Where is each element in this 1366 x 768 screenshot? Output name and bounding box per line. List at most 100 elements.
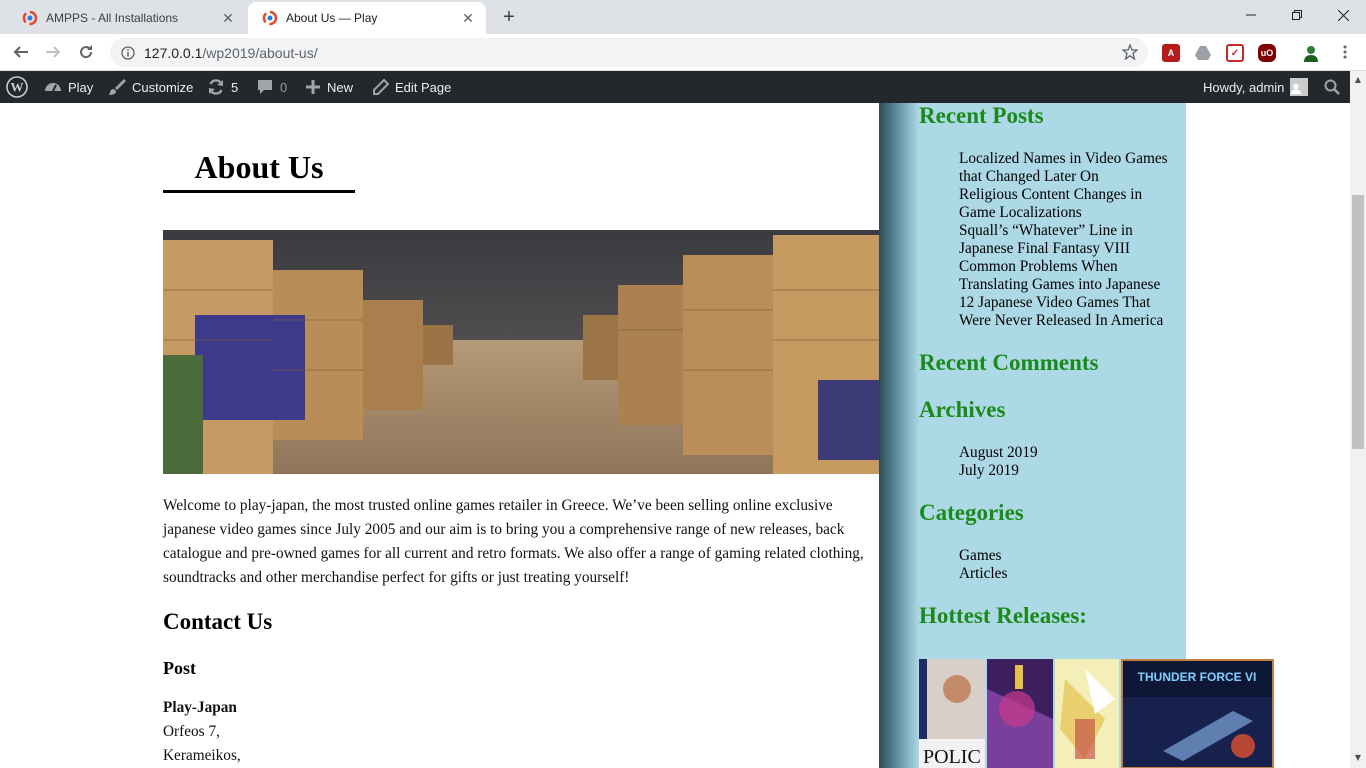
reload-icon bbox=[80, 45, 93, 59]
admin-search-button[interactable] bbox=[1324, 71, 1346, 103]
minimize-button[interactable] bbox=[1228, 0, 1274, 30]
archives-list: August 2019 July 2019 bbox=[959, 444, 1181, 480]
archive-link[interactable]: July 2019 bbox=[959, 462, 1181, 480]
back-arrow-icon bbox=[13, 46, 28, 58]
archives-heading: Archives bbox=[919, 397, 1006, 422]
ampps-favicon-icon bbox=[262, 10, 278, 26]
game-cover-mecha[interactable] bbox=[1055, 659, 1119, 768]
wp-logo-button[interactable]: W bbox=[6, 71, 34, 103]
comments-link[interactable]: 0 bbox=[256, 71, 287, 103]
comments-count: 0 bbox=[280, 79, 288, 95]
updates-icon bbox=[209, 79, 223, 95]
edit-page-label: Edit Page bbox=[395, 79, 452, 95]
scroll-thumb[interactable] bbox=[1352, 195, 1364, 449]
restore-icon bbox=[1292, 10, 1302, 20]
cover-thunder-text: THUNDER FORCE VI bbox=[1138, 670, 1257, 684]
close-tab-icon[interactable]: ✕ bbox=[460, 10, 476, 26]
site-name-label: Play bbox=[68, 79, 94, 95]
updates-count: 5 bbox=[231, 79, 239, 95]
cover-police-text: POLIC bbox=[923, 746, 981, 768]
page-viewport: About Us Welcome to play-japan, the most… bbox=[0, 103, 1350, 768]
category-link[interactable]: Games bbox=[959, 547, 1181, 565]
wp-admin-bar: W Play Customize 5 0 New Edit Page Howdy… bbox=[0, 71, 1350, 103]
customize-label: Customize bbox=[132, 79, 194, 95]
more-vert-icon bbox=[1343, 45, 1347, 59]
address-street: Orfeos 7, bbox=[163, 723, 220, 740]
search-icon bbox=[1324, 79, 1340, 95]
customize-link[interactable]: Customize bbox=[108, 71, 193, 103]
info-icon[interactable] bbox=[120, 45, 136, 61]
close-window-button[interactable] bbox=[1320, 0, 1366, 30]
contact-heading: Contact Us bbox=[163, 609, 273, 634]
ampps-favicon-icon bbox=[22, 10, 38, 26]
plus-icon bbox=[306, 80, 320, 94]
sidebar-shadow bbox=[879, 103, 919, 768]
url-path: /wp2019/about-us/ bbox=[202, 44, 318, 61]
game-cover-police[interactable]: POLIC bbox=[919, 659, 985, 768]
scroll-up-arrow-icon[interactable]: ▲ bbox=[1350, 71, 1366, 87]
updates-link[interactable]: 5 bbox=[207, 71, 238, 103]
new-tab-button[interactable]: + bbox=[498, 6, 520, 28]
pdf-icon[interactable]: A bbox=[1162, 44, 1180, 62]
game-cover-thunder-force[interactable]: THUNDER FORCE VI bbox=[1121, 659, 1274, 768]
recent-post-link[interactable]: Localized Names in Video Games that Chan… bbox=[959, 150, 1181, 186]
recent-posts-heading: Recent Posts bbox=[919, 103, 1044, 128]
forward-arrow-icon bbox=[46, 46, 61, 58]
forward-button[interactable] bbox=[41, 40, 65, 64]
browser-tab-strip: AMPPS - All Installations ✕ About Us — P… bbox=[0, 0, 1366, 34]
archive-link[interactable]: August 2019 bbox=[959, 444, 1181, 462]
bookmark-star-icon[interactable] bbox=[1122, 44, 1138, 60]
recent-posts-list: Localized Names in Video Games that Chan… bbox=[959, 150, 1181, 330]
close-tab-icon[interactable]: ✕ bbox=[220, 10, 236, 26]
dashboard-gauge-icon bbox=[45, 83, 61, 92]
recent-post-link[interactable]: 12 Japanese Video Games That Were Never … bbox=[959, 294, 1181, 330]
browser-toolbar: 127.0.0.1/wp2019/about-us/ A ✓ uO bbox=[0, 34, 1366, 71]
minimize-icon bbox=[1246, 14, 1256, 16]
pocket-icon[interactable]: ✓ bbox=[1226, 44, 1244, 62]
categories-heading: Categories bbox=[919, 500, 1024, 525]
hottest-releases-gallery: POLIC THUNDER FORCE VI bbox=[919, 659, 1274, 768]
address-area: Kerameikos, bbox=[163, 747, 241, 764]
tab-title: AMPPS - All Installations bbox=[46, 11, 179, 25]
tab-title: About Us — Play bbox=[286, 11, 378, 25]
recent-comments-heading: Recent Comments bbox=[919, 350, 1099, 375]
site-name-link[interactable]: Play bbox=[44, 71, 93, 103]
wordpress-icon: W bbox=[6, 76, 28, 98]
recent-post-link[interactable]: Common Problems When Translating Games i… bbox=[959, 258, 1181, 294]
profile-icon[interactable] bbox=[1302, 44, 1320, 62]
post-heading: Post bbox=[163, 658, 196, 678]
close-icon bbox=[1337, 9, 1349, 21]
scroll-down-arrow-icon[interactable]: ▼ bbox=[1350, 749, 1366, 765]
paintbrush-icon bbox=[109, 79, 126, 95]
recent-post-link[interactable]: Squall’s “Whatever” Line in Japanese Fin… bbox=[959, 222, 1181, 258]
categories-list: Games Articles bbox=[959, 547, 1181, 583]
page-scrollbar[interactable]: ▲ ▼ bbox=[1350, 71, 1366, 768]
menu-button[interactable] bbox=[1333, 40, 1357, 64]
tab-about-us[interactable]: About Us — Play ✕ bbox=[248, 2, 486, 34]
intro-paragraph: Welcome to play-japan, the most trusted … bbox=[163, 497, 864, 586]
my-account-link[interactable]: Howdy, admin bbox=[1203, 71, 1309, 103]
user-avatar-icon bbox=[1291, 83, 1302, 94]
category-link[interactable]: Articles bbox=[959, 565, 1181, 583]
new-label: New bbox=[327, 79, 354, 95]
avatar bbox=[1290, 78, 1309, 96]
page-title: About Us bbox=[163, 149, 355, 193]
tab-ampps[interactable]: AMPPS - All Installations ✕ bbox=[8, 2, 246, 34]
address-bar[interactable]: 127.0.0.1/wp2019/about-us/ bbox=[110, 38, 1148, 67]
drive-icon[interactable] bbox=[1194, 44, 1212, 62]
reload-button[interactable] bbox=[74, 40, 98, 64]
svg-text:W: W bbox=[11, 80, 24, 95]
comment-bubble-icon bbox=[258, 80, 272, 94]
game-cover-shin-megami[interactable] bbox=[987, 659, 1053, 768]
warehouse-hero-image bbox=[163, 230, 879, 474]
back-button[interactable] bbox=[9, 40, 33, 64]
new-content-link[interactable]: New bbox=[305, 71, 353, 103]
ublock-icon[interactable]: uO bbox=[1258, 44, 1276, 62]
recent-post-link[interactable]: Religious Content Changes in Game Locali… bbox=[959, 186, 1181, 222]
pencil-icon bbox=[373, 78, 389, 95]
howdy-label: Howdy, admin bbox=[1203, 79, 1285, 95]
edit-page-link[interactable]: Edit Page bbox=[372, 71, 451, 103]
restore-button[interactable] bbox=[1274, 0, 1320, 30]
hottest-releases-heading: Hottest Releases: bbox=[919, 603, 1087, 628]
company-name: Play-Japan bbox=[163, 699, 237, 716]
